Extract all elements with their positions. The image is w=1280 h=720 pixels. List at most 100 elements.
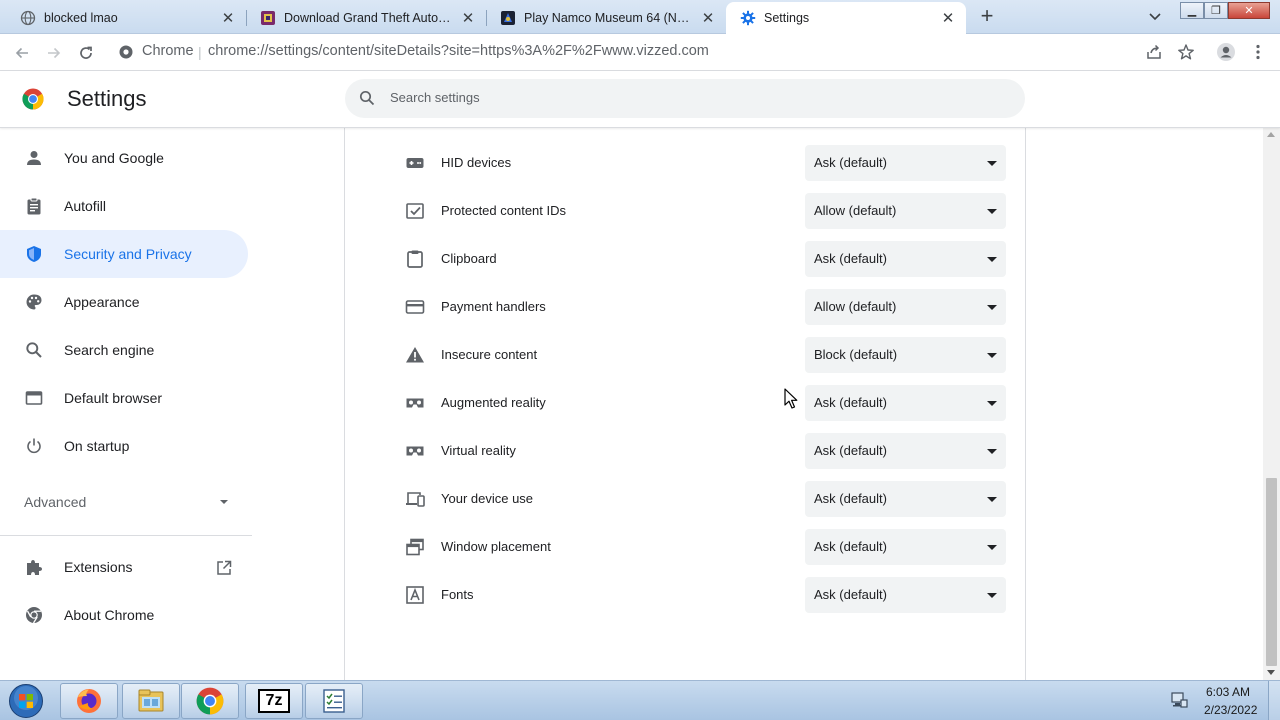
taskbar-file-explorer-button[interactable] bbox=[122, 683, 180, 719]
kebab-menu-icon[interactable] bbox=[1248, 42, 1268, 62]
font-icon bbox=[405, 585, 425, 605]
sidebar-item-extensions[interactable]: Extensions bbox=[0, 543, 248, 591]
permission-select[interactable]: Ask (default) bbox=[805, 241, 1006, 277]
tab-search-icon[interactable] bbox=[1146, 7, 1164, 25]
permission-label: Insecure content bbox=[441, 347, 538, 362]
sidebar-item-you-and-google[interactable]: You and Google bbox=[0, 134, 248, 182]
permission-value: Ask (default) bbox=[814, 395, 887, 410]
sidebar-divider bbox=[0, 535, 252, 536]
advanced-section-toggle[interactable]: Advanced bbox=[24, 494, 86, 510]
arrow-left-icon bbox=[15, 47, 28, 59]
clock-time[interactable]: 6:03 AM bbox=[1206, 685, 1250, 699]
minimize-button[interactable]: ▁ bbox=[1180, 2, 1204, 19]
dropdown-arrow-icon bbox=[987, 305, 997, 310]
show-desktop-button[interactable] bbox=[1268, 681, 1280, 720]
tab-settings[interactable]: Settings ✕ bbox=[726, 2, 966, 34]
open-in-new-icon[interactable] bbox=[216, 560, 232, 576]
omnibox-divider: | bbox=[198, 44, 202, 60]
close-icon[interactable]: ✕ bbox=[940, 10, 956, 27]
permission-label: Your device use bbox=[441, 491, 534, 506]
permission-select[interactable]: Ask (default) bbox=[805, 433, 1006, 469]
scroll-down-arrow-icon[interactable] bbox=[1267, 670, 1275, 675]
file-explorer-icon bbox=[138, 689, 164, 712]
permission-value: Ask (default) bbox=[814, 251, 887, 266]
sidebar-item-appearance[interactable]: Appearance bbox=[0, 278, 248, 326]
permission-select[interactable]: Ask (default) bbox=[805, 481, 1006, 517]
gamepad-icon bbox=[405, 153, 425, 173]
permission-select[interactable]: Ask (default) bbox=[805, 385, 1006, 421]
close-icon[interactable]: ✕ bbox=[220, 10, 236, 27]
gear-icon bbox=[740, 10, 756, 26]
tab-blocked[interactable]: blocked lmao ✕ bbox=[6, 2, 246, 34]
dropdown-arrow-icon bbox=[987, 545, 997, 550]
sidebar-item-search-engine[interactable]: Search engine bbox=[0, 326, 248, 374]
forward-button[interactable] bbox=[43, 42, 65, 64]
chrome-icon bbox=[24, 605, 44, 625]
permission-value: Ask (default) bbox=[814, 443, 887, 458]
sidebar-item-label: On startup bbox=[64, 438, 130, 454]
bookmark-star-icon[interactable] bbox=[1176, 42, 1196, 62]
power-icon bbox=[24, 436, 44, 456]
permission-select[interactable]: Block (default) bbox=[805, 337, 1006, 373]
tab-namco[interactable]: Play Namco Museum 64 (N64) - ✕ bbox=[486, 2, 726, 34]
tab-title: blocked lmao bbox=[44, 11, 118, 25]
permission-value: Allow (default) bbox=[814, 299, 897, 314]
network-tray-icon[interactable] bbox=[1170, 691, 1188, 709]
reload-button[interactable] bbox=[75, 42, 97, 64]
address-bar[interactable]: chrome://settings/content/siteDetails?si… bbox=[208, 43, 709, 59]
sidebar-item-label: Default browser bbox=[64, 390, 163, 406]
page-scrollbar[interactable] bbox=[1263, 128, 1280, 680]
permission-label: Payment handlers bbox=[441, 299, 546, 314]
profile-avatar-icon[interactable] bbox=[1216, 42, 1236, 62]
permission-select[interactable]: Allow (default) bbox=[805, 193, 1006, 229]
permission-label: Virtual reality bbox=[441, 443, 516, 458]
dropdown-arrow-icon bbox=[987, 497, 997, 502]
permission-select[interactable]: Ask (default) bbox=[805, 529, 1006, 565]
taskbar-checklist-button[interactable] bbox=[305, 683, 363, 719]
share-icon[interactable] bbox=[1144, 42, 1164, 62]
warning-icon bbox=[405, 345, 425, 365]
permission-row-protected-content-ids: Protected content IDs Allow (default) bbox=[345, 187, 1025, 235]
search-settings-input[interactable]: Search settings bbox=[345, 79, 1025, 118]
sidebar-item-on-startup[interactable]: On startup bbox=[0, 422, 248, 470]
sidebar-item-autofill[interactable]: Autofill bbox=[0, 182, 248, 230]
permission-row-augmented-reality: Augmented reality Ask (default) bbox=[345, 379, 1025, 427]
back-button[interactable] bbox=[11, 42, 33, 64]
permission-row-insecure-content: Insecure content Block (default) bbox=[345, 331, 1025, 379]
clipboard-icon bbox=[24, 196, 44, 216]
permission-select[interactable]: Allow (default) bbox=[805, 289, 1006, 325]
new-tab-button[interactable]: + bbox=[976, 5, 998, 28]
vr-headset-icon bbox=[405, 441, 425, 461]
restore-button[interactable]: ❐ bbox=[1204, 2, 1228, 19]
tab-title: Download Grand Theft Auto V (G bbox=[284, 11, 454, 25]
close-window-button[interactable]: ✕ bbox=[1228, 2, 1270, 19]
taskbar-chrome-button[interactable] bbox=[181, 683, 239, 719]
sidebar-item-about-chrome[interactable]: About Chrome bbox=[0, 591, 248, 639]
tab-gta[interactable]: Download Grand Theft Auto V (G ✕ bbox=[246, 2, 486, 34]
permission-value: Ask (default) bbox=[814, 491, 887, 506]
credit-card-icon bbox=[405, 297, 425, 317]
sidebar-item-label: Autofill bbox=[64, 198, 107, 214]
7zip-label: 7z bbox=[265, 692, 283, 709]
site-info-icon[interactable] bbox=[118, 44, 134, 60]
close-icon[interactable]: ✕ bbox=[460, 10, 476, 27]
permission-row-window-placement: Window placement Ask (default) bbox=[345, 523, 1025, 571]
close-icon[interactable]: ✕ bbox=[700, 10, 716, 27]
window-placement-icon bbox=[405, 537, 425, 557]
start-button[interactable] bbox=[6, 683, 46, 719]
gta-icon bbox=[260, 10, 276, 26]
checklist-icon bbox=[323, 689, 345, 713]
permission-label: Clipboard bbox=[441, 251, 497, 266]
permission-select[interactable]: Ask (default) bbox=[805, 145, 1006, 181]
scroll-up-arrow-icon[interactable] bbox=[1267, 132, 1275, 137]
sidebar-item-default-browser[interactable]: Default browser bbox=[0, 374, 248, 422]
permission-select[interactable]: Ask (default) bbox=[805, 577, 1006, 613]
taskbar-7zip-button[interactable]: 7z bbox=[245, 683, 303, 719]
clock-date[interactable]: 2/23/2022 bbox=[1204, 703, 1257, 717]
taskbar-firefox-button[interactable] bbox=[60, 683, 118, 719]
devices-icon bbox=[405, 489, 425, 509]
page-title: Settings bbox=[67, 86, 147, 111]
scrollbar-thumb[interactable] bbox=[1266, 478, 1277, 666]
sidebar-item-security-and-privacy[interactable]: Security and Privacy bbox=[0, 230, 248, 278]
permission-row-your-device-use: Your device use Ask (default) bbox=[345, 475, 1025, 523]
